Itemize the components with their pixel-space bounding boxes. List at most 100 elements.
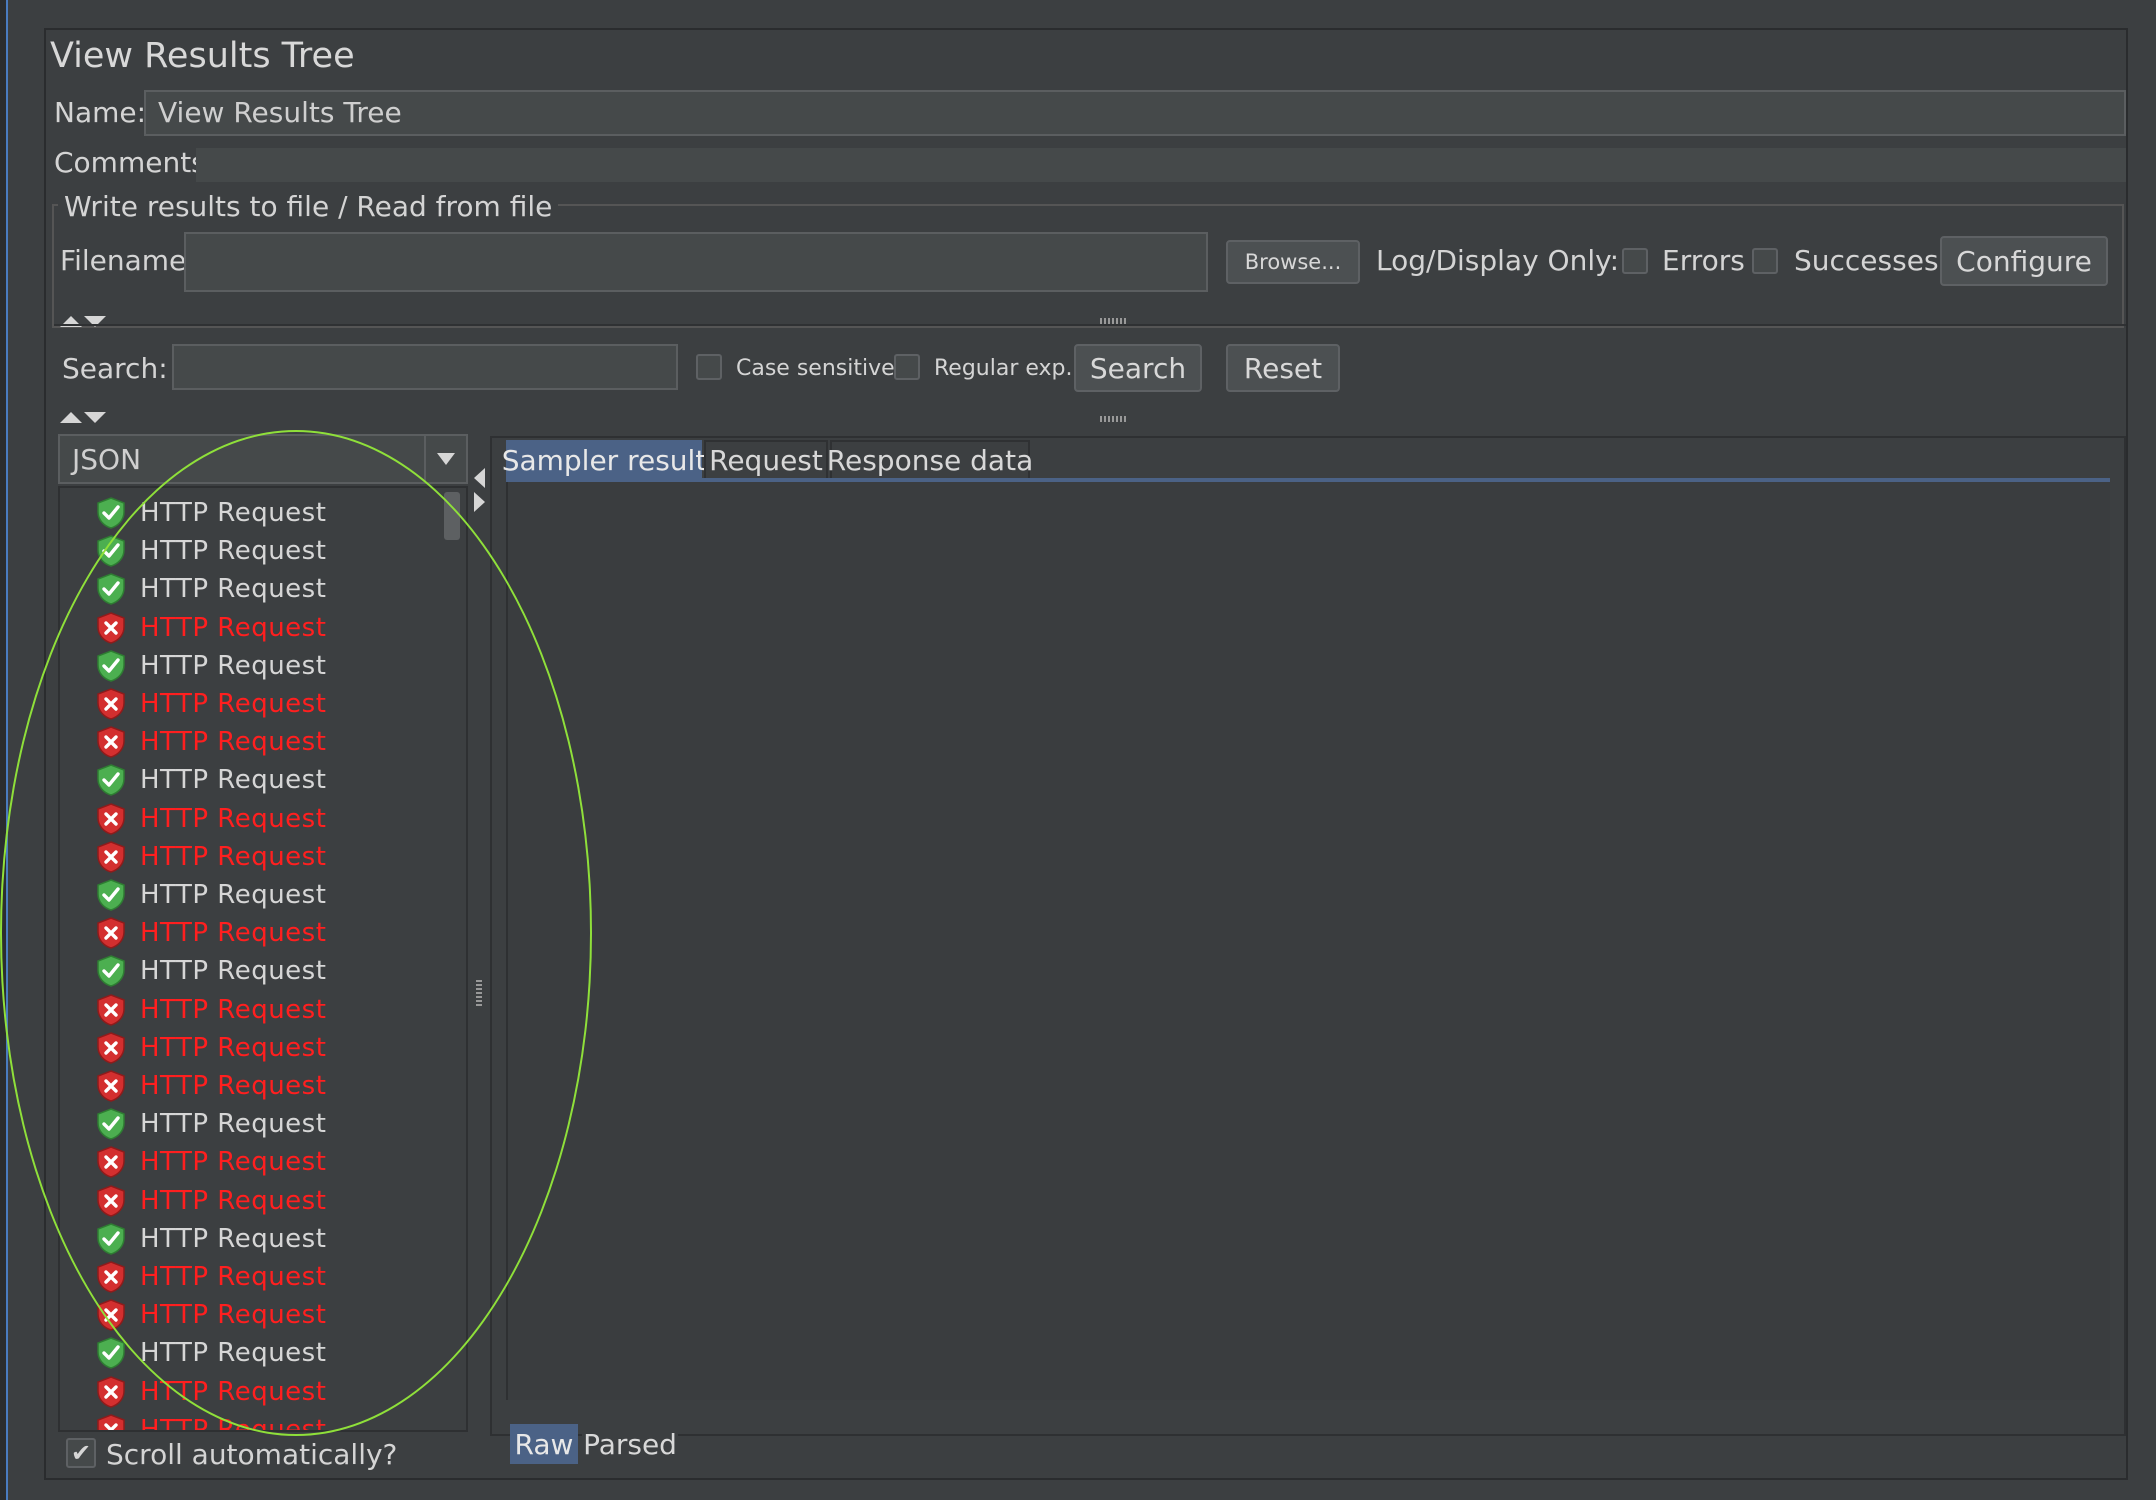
tree-item[interactable]: HTTP Request [96, 609, 326, 647]
errors-checkbox[interactable] [1622, 248, 1648, 274]
tree-scrollbar-thumb[interactable] [444, 492, 460, 540]
name-label: Name: [54, 96, 147, 129]
tab-raw[interactable]: Raw [510, 1424, 578, 1464]
collapse-down-icon[interactable] [84, 412, 106, 423]
shield-x-icon [96, 726, 126, 758]
tree-item-label: HTTP Request [140, 689, 327, 719]
regex-checkbox[interactable] [894, 354, 920, 380]
view-results-tree-panel: View Results Tree Name: View Results Tre… [44, 28, 2128, 1480]
shield-x-icon [96, 1031, 126, 1064]
tree-item-label: HTTP Request [140, 650, 327, 681]
renderer-select-value: JSON [72, 442, 142, 476]
shield-x-icon [96, 917, 126, 949]
shield-x-icon [96, 1070, 126, 1102]
tree-item[interactable]: HTTP Request [96, 876, 326, 914]
dropdown-arrow[interactable] [424, 436, 466, 482]
tree-item-label: HTTP Request [140, 612, 327, 643]
divider-line [54, 324, 2126, 326]
scroll-auto-checkbox[interactable]: ✔ [66, 1438, 96, 1468]
tree-item[interactable]: HTTP Request [96, 1105, 326, 1143]
tree-item-label: HTTP Request [140, 1262, 327, 1292]
scroll-auto-label: Scroll automatically? [106, 1438, 398, 1471]
tree-item-label: HTTP Request [140, 574, 327, 605]
case-sensitive-label: Case sensitive [736, 356, 895, 381]
shield-x-icon [96, 802, 126, 835]
search-button[interactable]: Search [1074, 344, 1202, 392]
tree-item[interactable]: HTTP Request [96, 1182, 326, 1220]
tree-scrollbar[interactable] [442, 488, 462, 1430]
tab-response-data[interactable]: Response data [827, 440, 1033, 480]
tree-item[interactable]: HTTP Request [96, 1296, 326, 1334]
tab-request[interactable]: Request [704, 440, 828, 480]
tree-item-label: HTTP Request [140, 956, 327, 987]
tree-item[interactable]: HTTP Request [96, 952, 326, 990]
shield-x-icon [96, 688, 126, 720]
collapse-left-icon[interactable] [474, 468, 485, 488]
vertical-split-divider[interactable] [470, 434, 490, 1434]
divider-grip-icon[interactable] [1100, 416, 1128, 422]
tree-item[interactable]: HTTP Request [96, 647, 326, 685]
tree-item[interactable]: HTTP Request [96, 1334, 326, 1372]
browse-button[interactable]: Browse... [1226, 240, 1360, 284]
tree-item[interactable]: HTTP Request [96, 1220, 326, 1258]
tree-item[interactable]: HTTP Request [96, 494, 326, 532]
tree-item[interactable]: HTTP Request [96, 838, 326, 876]
expand-up-icon[interactable] [60, 412, 82, 423]
shield-x-icon [96, 611, 126, 644]
reset-button[interactable]: Reset [1226, 344, 1340, 392]
tab-sampler-result[interactable]: Sampler result [502, 440, 706, 480]
shield-x-icon [96, 1375, 126, 1408]
tree-item[interactable]: HTTP Request [96, 532, 326, 570]
filename-input[interactable] [184, 232, 1208, 292]
sampler-result-content [506, 482, 2110, 1400]
tree-item-label: HTTP Request [140, 1185, 327, 1216]
tree-item[interactable]: HTTP Request [96, 800, 326, 838]
shield-x-icon [96, 1261, 126, 1293]
shield-check-icon [96, 497, 126, 529]
successes-checkbox[interactable] [1752, 248, 1778, 274]
split-divider-middle[interactable] [54, 408, 2126, 432]
shield-check-icon [96, 955, 126, 988]
renderer-select[interactable]: JSON [58, 434, 468, 484]
tree-item[interactable]: HTTP Request [96, 1258, 326, 1296]
shield-check-icon [96, 573, 126, 606]
expand-right-icon[interactable] [474, 492, 485, 512]
tree-item[interactable]: HTTP Request [96, 1373, 326, 1411]
tree-item-label: HTTP Request [140, 1071, 327, 1101]
tab-parsed[interactable]: Parsed [582, 1424, 678, 1464]
tree-item-label: HTTP Request [140, 1338, 327, 1369]
tree-item-label: HTTP Request [140, 1376, 327, 1407]
split-divider-top[interactable] [54, 306, 2126, 336]
file-group-legend: Write results to file / Read from file [58, 190, 559, 223]
tree-item[interactable]: HTTP Request [96, 761, 326, 799]
window-left-edge [0, 0, 8, 1500]
comments-input[interactable] [196, 148, 2126, 182]
search-input[interactable] [172, 344, 678, 390]
name-input[interactable]: View Results Tree [144, 90, 2126, 136]
regex-label: Regular exp. [934, 356, 1073, 381]
tree-item-label: HTTP Request [140, 765, 327, 796]
tree-item-label: HTTP Request [140, 1032, 327, 1063]
case-sensitive-checkbox[interactable] [696, 354, 722, 380]
tree-item-label: HTTP Request [140, 1300, 327, 1331]
tree-item[interactable]: HTTP Request [96, 1029, 326, 1067]
chevron-down-icon [437, 453, 455, 465]
tree-item[interactable]: HTTP Request [96, 570, 326, 608]
tree-item[interactable]: HTTP Request [96, 723, 326, 761]
tree-item[interactable]: HTTP Request [96, 1143, 326, 1181]
tree-item[interactable]: HTTP Request [96, 991, 326, 1029]
vertical-grip-icon[interactable] [476, 980, 482, 1008]
tree-item[interactable]: HTTP Request [96, 685, 326, 723]
tree-item[interactable]: HTTP Request [96, 914, 326, 952]
comments-label: Comments: [54, 146, 216, 179]
shield-check-icon [96, 649, 126, 682]
configure-button[interactable]: Configure [1940, 236, 2108, 286]
tree-item[interactable]: HTTP Request [96, 1067, 326, 1105]
shield-x-icon [96, 993, 126, 1026]
shield-x-icon [96, 1299, 126, 1331]
shield-x-icon [96, 1146, 126, 1179]
tree-item[interactable]: HTTP Request [96, 1411, 326, 1430]
checkmark-icon: ✔ [70, 1439, 92, 1467]
results-tree[interactable]: HTTP Request HTTP Request HTTP Request HTTP… [58, 486, 468, 1432]
filename-label: Filename [60, 244, 187, 277]
